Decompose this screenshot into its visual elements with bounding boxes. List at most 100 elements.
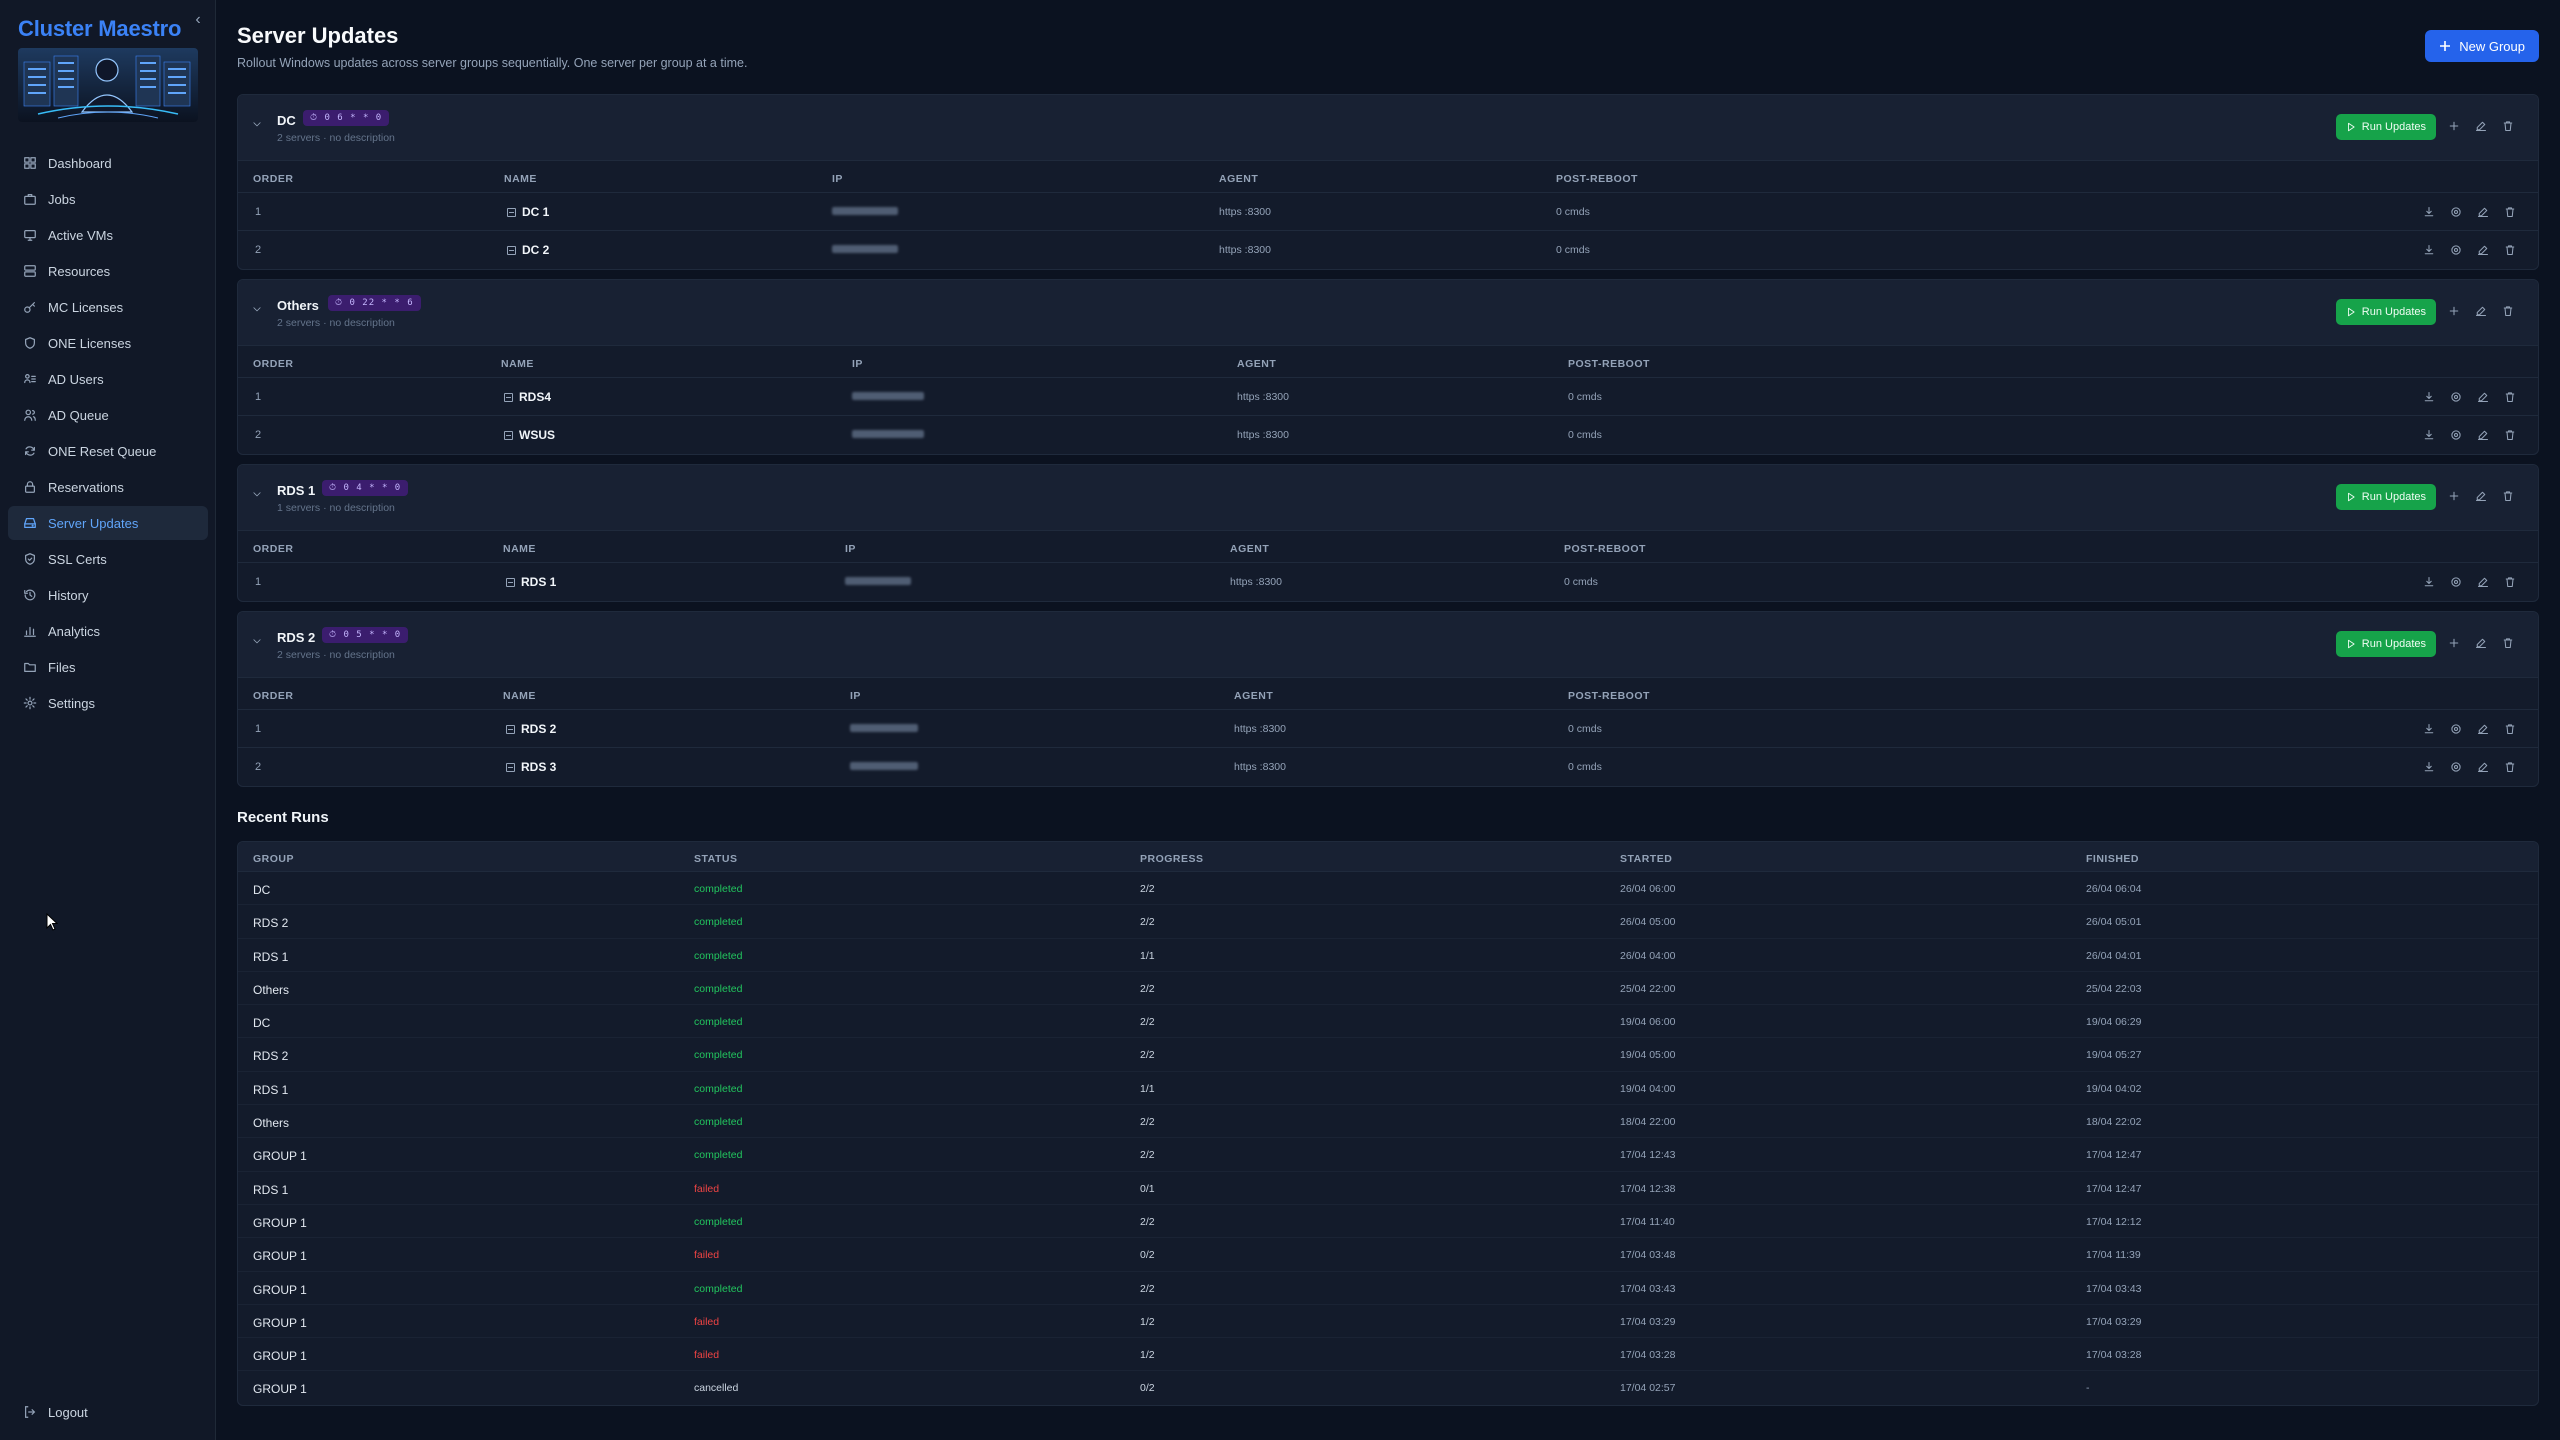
edit-icon[interactable] — [2475, 389, 2491, 405]
col-status: STATUS — [694, 853, 738, 865]
sidebar-item-label: Analytics — [48, 623, 101, 639]
folder-icon — [22, 659, 38, 675]
chevron-down-icon[interactable] — [252, 636, 262, 646]
sidebar-item-mc-licenses[interactable]: MC Licenses — [8, 290, 208, 324]
download-icon[interactable] — [2421, 721, 2437, 737]
run-progress: 2/2 — [1140, 1215, 1155, 1228]
run-updates-button[interactable]: Run Updates — [2335, 114, 2436, 140]
sidebar-item-active-vms[interactable]: Active VMs — [8, 218, 208, 252]
edit-icon[interactable] — [2475, 574, 2491, 590]
sidebar-item-resources[interactable]: Resources — [8, 254, 208, 288]
server-order: 2 — [255, 429, 262, 441]
col-ip: IP — [832, 173, 843, 185]
run-finished: 17/04 12:47 — [2086, 1149, 2142, 1162]
trash-icon[interactable] — [2502, 204, 2518, 220]
target-icon[interactable] — [2448, 574, 2464, 590]
group-name: DC — [277, 113, 296, 128]
sidebar-item-label: Active VMs — [48, 227, 114, 243]
new-group-button[interactable]: New Group — [2425, 30, 2539, 62]
edit-group-icon[interactable] — [2473, 635, 2489, 651]
server-agent: https :8300 — [1230, 576, 1282, 588]
collapse-sidebar-icon[interactable]: ‹ — [190, 12, 206, 28]
group-header: RDS 2 ⏱ 0 5 * * 0 2 servers · no descrip… — [238, 612, 2538, 678]
server-name: RDS4 — [519, 390, 552, 404]
sidebar-item-jobs[interactable]: Jobs — [8, 182, 208, 216]
add-server-icon[interactable] — [2446, 635, 2462, 651]
sidebar-item-one-licenses[interactable]: ONE Licenses — [8, 326, 208, 360]
delete-group-icon[interactable] — [2500, 635, 2516, 651]
trash-icon[interactable] — [2502, 759, 2518, 775]
delete-group-icon[interactable] — [2500, 118, 2516, 134]
sidebar-item-ad-users[interactable]: AD Users — [8, 362, 208, 396]
chevron-down-icon[interactable] — [252, 489, 262, 499]
edit-group-icon[interactable] — [2473, 118, 2489, 134]
ip-redacted — [850, 724, 918, 732]
run-updates-button[interactable]: Run Updates — [2335, 631, 2436, 657]
trash-icon[interactable] — [2502, 242, 2518, 258]
run-updates-button[interactable]: Run Updates — [2335, 299, 2436, 325]
sidebar-item-one-reset-queue[interactable]: ONE Reset Queue — [8, 434, 208, 468]
server-icon — [507, 245, 516, 255]
sidebar-item-analytics[interactable]: Analytics — [8, 614, 208, 648]
sidebar-item-files[interactable]: Files — [8, 650, 208, 684]
download-icon[interactable] — [2421, 759, 2437, 775]
edit-icon[interactable] — [2475, 242, 2491, 258]
logout-button[interactable]: Logout — [22, 1404, 88, 1420]
download-icon[interactable] — [2421, 574, 2437, 590]
sidebar-item-dashboard[interactable]: Dashboard — [8, 146, 208, 180]
add-server-icon[interactable] — [2446, 303, 2462, 319]
download-icon[interactable] — [2421, 242, 2437, 258]
edit-icon[interactable] — [2475, 759, 2491, 775]
run-started: 17/04 03:28 — [1620, 1349, 1676, 1362]
sidebar-item-history[interactable]: History — [8, 578, 208, 612]
group-card-dc: DC ⏱ 0 6 * * 0 2 servers · no descriptio… — [237, 94, 2539, 270]
dashboard-icon — [22, 155, 38, 171]
target-icon[interactable] — [2448, 204, 2464, 220]
sidebar-item-label: AD Users — [48, 371, 104, 387]
delete-group-icon[interactable] — [2500, 303, 2516, 319]
server-agent: https :8300 — [1219, 244, 1271, 256]
edit-icon[interactable] — [2475, 721, 2491, 737]
add-server-icon[interactable] — [2446, 488, 2462, 504]
run-group: GROUP 1 — [253, 1249, 307, 1264]
server-row: 2 WSUS https :8300 0 cmds — [238, 416, 2538, 454]
sidebar-item-ssl-certs[interactable]: SSL Certs — [8, 542, 208, 576]
sidebar-item-label: Jobs — [48, 191, 76, 207]
target-icon[interactable] — [2448, 242, 2464, 258]
trash-icon[interactable] — [2502, 574, 2518, 590]
trash-icon[interactable] — [2502, 427, 2518, 443]
trash-icon[interactable] — [2502, 721, 2518, 737]
server-order: 1 — [255, 391, 262, 403]
run-progress: 2/2 — [1140, 883, 1155, 895]
run-progress: 2/2 — [1140, 1049, 1155, 1062]
run-group: Others — [253, 1116, 290, 1131]
run-started: 17/04 02:57 — [1620, 1382, 1676, 1395]
server-name: DC 2 — [522, 243, 550, 257]
add-server-icon[interactable] — [2446, 118, 2462, 134]
edit-icon[interactable] — [2475, 204, 2491, 220]
delete-group-icon[interactable] — [2500, 488, 2516, 504]
sidebar-item-server-updates[interactable]: Server Updates — [8, 506, 208, 540]
server-row: 1 DC 1 https :8300 0 cmds — [238, 193, 2538, 231]
target-icon[interactable] — [2448, 721, 2464, 737]
sidebar-item-settings[interactable]: Settings — [8, 686, 208, 720]
edit-group-icon[interactable] — [2473, 303, 2489, 319]
edit-icon[interactable] — [2475, 427, 2491, 443]
run-group: GROUP 1 — [253, 1149, 307, 1164]
target-icon[interactable] — [2448, 427, 2464, 443]
group-card-rds-1: RDS 1 ⏱ 0 4 * * 0 1 servers · no descrip… — [237, 464, 2539, 602]
run-row: RDS 1 failed 0/1 17/04 12:38 17/04 12:47 — [238, 1172, 2538, 1205]
download-icon[interactable] — [2421, 389, 2437, 405]
target-icon[interactable] — [2448, 389, 2464, 405]
chevron-down-icon[interactable] — [252, 304, 262, 314]
trash-icon[interactable] — [2502, 389, 2518, 405]
server-post-reboot: 0 cmds — [1568, 761, 1602, 773]
chevron-down-icon[interactable] — [252, 119, 262, 129]
sidebar-item-reservations[interactable]: Reservations — [8, 470, 208, 504]
sidebar-item-ad-queue[interactable]: AD Queue — [8, 398, 208, 432]
edit-group-icon[interactable] — [2473, 488, 2489, 504]
target-icon[interactable] — [2448, 759, 2464, 775]
run-updates-button[interactable]: Run Updates — [2335, 484, 2436, 510]
download-icon[interactable] — [2421, 204, 2437, 220]
download-icon[interactable] — [2421, 427, 2437, 443]
